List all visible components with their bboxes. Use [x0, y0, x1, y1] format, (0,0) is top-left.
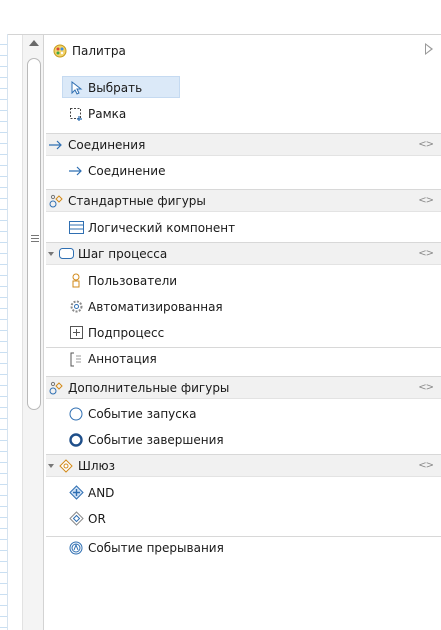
- gateway-diamond-icon: [58, 458, 74, 474]
- item-logical-component-label: Логический компонент: [88, 220, 236, 235]
- palette-header[interactable]: Палитра: [46, 39, 441, 62]
- tool-select-label: Выбрать: [88, 80, 143, 95]
- item-users-label: Пользователи: [88, 273, 178, 288]
- tool-marquee[interactable]: Рамка: [46, 102, 441, 125]
- item-automated-label: Автоматизированная: [88, 299, 223, 314]
- item-and-label: AND: [88, 485, 115, 500]
- or-gateway-icon: [68, 511, 84, 527]
- item-interrupt-event-label: Событие прерывания: [88, 541, 224, 555]
- item-logical-component[interactable]: Логический компонент: [46, 216, 441, 239]
- drawer-additional-shapes-label: Дополнительные фигуры: [68, 380, 230, 395]
- grip-line: [31, 238, 39, 239]
- user-icon: [68, 273, 84, 289]
- tool-marquee-label: Рамка: [88, 106, 127, 121]
- vertical-scrollbar[interactable]: [22, 34, 44, 630]
- interrupt-event-icon: [68, 540, 84, 556]
- and-gateway-icon: [68, 485, 84, 501]
- collapse-icon[interactable]: <>: [418, 195, 434, 206]
- annotation-icon: [68, 351, 84, 367]
- collapse-icon[interactable]: <>: [418, 382, 434, 393]
- grip-line: [31, 235, 39, 236]
- palette-title: Палитра: [72, 43, 126, 58]
- item-start-event[interactable]: Событие запуска: [46, 402, 441, 425]
- item-and[interactable]: AND: [46, 481, 441, 504]
- item-interrupt-event[interactable]: Событие прерывания: [46, 536, 441, 559]
- scroll-up-arrow-icon[interactable]: [29, 40, 39, 46]
- item-or-label: OR: [88, 511, 106, 526]
- item-subprocess-label: Подпроцесс: [88, 325, 165, 340]
- chevron-down-icon[interactable]: [48, 251, 54, 256]
- item-users[interactable]: Пользователи: [46, 269, 441, 292]
- item-connection-label: Соединение: [88, 163, 166, 178]
- shapes-icon: [48, 193, 64, 209]
- drawer-process-step-label: Шаг процесса: [78, 246, 168, 261]
- drawer-process-step[interactable]: Шаг процесса <>: [46, 242, 441, 265]
- item-connection[interactable]: Соединение: [46, 159, 441, 182]
- collapse-icon[interactable]: <>: [418, 139, 434, 150]
- gears-icon: [68, 299, 84, 315]
- shapes-icon: [48, 380, 64, 396]
- logical-component-icon: [68, 220, 84, 236]
- bold-circle-icon: [68, 432, 84, 448]
- drawer-gateway-label: Шлюз: [78, 458, 115, 473]
- chevron-down-icon[interactable]: [48, 463, 54, 468]
- drawer-connections[interactable]: Соединения <>: [46, 133, 441, 156]
- drawer-additional-shapes[interactable]: Дополнительные фигуры <>: [46, 376, 441, 399]
- expand-palette-icon[interactable]: [425, 43, 433, 55]
- grip-line: [31, 241, 39, 242]
- item-annotation-label: Аннотация: [88, 352, 157, 366]
- arrow-right-icon: [48, 137, 64, 153]
- circle-icon: [68, 406, 84, 422]
- marquee-icon: [68, 106, 84, 122]
- item-end-event-label: Событие завершения: [88, 432, 224, 447]
- drawer-gateway[interactable]: Шлюз <>: [46, 454, 441, 477]
- vertical-ruler: [0, 34, 8, 630]
- drawer-standard-shapes-label: Стандартные фигуры: [68, 193, 206, 208]
- collapse-icon[interactable]: <>: [418, 460, 434, 471]
- cursor-arrow-icon: [68, 80, 84, 96]
- item-end-event[interactable]: Событие завершения: [46, 428, 441, 451]
- tool-select[interactable]: Выбрать: [46, 76, 441, 99]
- item-automated[interactable]: Автоматизированная: [46, 295, 441, 318]
- drawer-connections-label: Соединения: [68, 137, 146, 152]
- item-annotation[interactable]: Аннотация: [46, 347, 441, 370]
- plus-square-icon: [68, 325, 84, 341]
- item-subprocess[interactable]: Подпроцесс: [46, 321, 441, 344]
- drawer-standard-shapes[interactable]: Стандартные фигуры <>: [46, 189, 441, 212]
- scrollbar-thumb[interactable]: [27, 58, 41, 410]
- palette-icon: [52, 43, 68, 59]
- collapse-icon[interactable]: <>: [418, 248, 434, 259]
- item-or[interactable]: OR: [46, 507, 441, 530]
- rounded-rect-icon: [58, 246, 74, 262]
- arrow-right-icon: [68, 163, 84, 179]
- item-start-event-label: Событие запуска: [88, 406, 197, 421]
- palette-panel: Палитра Выбрать Рамка Соединения <> Соед…: [46, 35, 441, 630]
